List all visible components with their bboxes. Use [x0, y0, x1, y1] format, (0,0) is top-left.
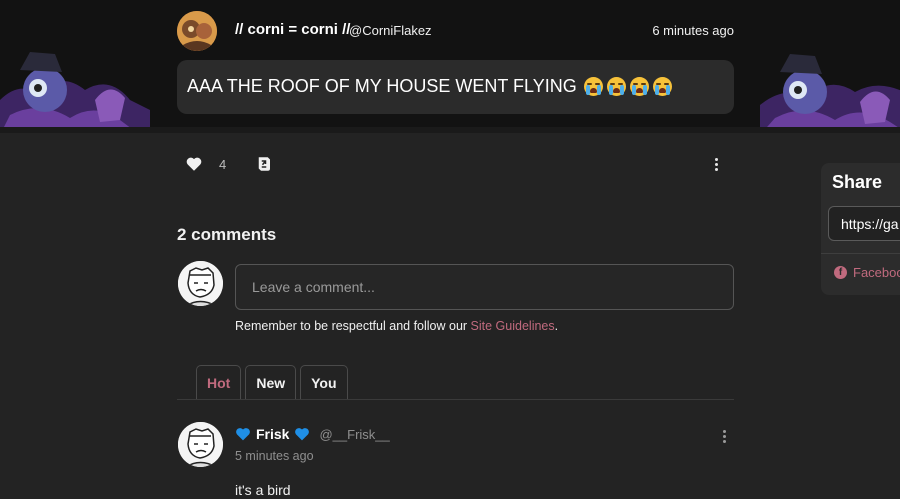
share-url-field[interactable]: [828, 206, 900, 241]
comment-sort-tabs: Hot New You: [196, 365, 348, 399]
tab-new[interactable]: New: [245, 365, 297, 399]
share-divider: [821, 253, 900, 254]
repost-button[interactable]: [255, 155, 273, 173]
comment-timestamp: 5 minutes ago: [235, 449, 314, 463]
comment-more-options-button[interactable]: [716, 427, 732, 445]
comment-input[interactable]: [235, 264, 734, 310]
post-author-handle[interactable]: @CorniFlakez: [349, 23, 432, 38]
tabs-divider: [177, 399, 734, 400]
comment-text: it's a bird: [235, 482, 291, 498]
banner-artwork-left: [0, 52, 150, 133]
comment-author-handle[interactable]: @__Frisk__: [319, 427, 389, 442]
comment-guidelines-note: Remember to be respectful and follow our…: [235, 319, 558, 333]
post-timestamp: 6 minutes ago: [652, 23, 734, 38]
comments-heading: 2 comments: [177, 225, 277, 244]
author-avatar[interactable]: [177, 11, 217, 51]
like-button[interactable]: [185, 155, 203, 173]
loudly-crying-face-icon: [583, 77, 603, 96]
loudly-crying-face-icon: [629, 77, 649, 96]
vertical-dots-icon: [716, 427, 732, 445]
like-count: 4: [219, 157, 227, 172]
share-panel: Share f Faceboo: [821, 163, 900, 295]
tab-you[interactable]: You: [300, 365, 348, 399]
vertical-dots-icon: [707, 154, 725, 174]
banner-shadow: [0, 127, 900, 133]
share-facebook-label: Faceboo: [853, 265, 900, 280]
emoji-group: [583, 77, 672, 96]
post-more-options-button[interactable]: [707, 154, 725, 174]
loudly-crying-face-icon: [606, 77, 626, 96]
post-author-name[interactable]: // corni = corni //: [235, 21, 350, 38]
tab-hot[interactable]: Hot: [196, 365, 242, 399]
guidelines-suffix: .: [554, 319, 559, 333]
commenter-avatar[interactable]: [178, 422, 223, 467]
site-guidelines-link[interactable]: Site Guidelines: [471, 319, 555, 333]
guidelines-text: Remember to be respectful and follow our: [235, 319, 471, 333]
heart-icon: [186, 157, 202, 171]
commenter-avatar-image: [178, 422, 223, 467]
loudly-crying-face-icon: [652, 77, 672, 96]
current-user-avatar[interactable]: [178, 261, 223, 306]
comment-author: Frisk @__Frisk__: [235, 426, 390, 442]
current-user-avatar-image: [178, 261, 223, 306]
share-facebook-button[interactable]: f Faceboo: [834, 265, 900, 280]
share-title: Share: [832, 172, 883, 192]
post-content: AAA THE ROOF OF MY HOUSE WENT FLYING: [177, 60, 734, 114]
author-avatar-image: [177, 11, 217, 51]
repost-icon: [258, 157, 270, 171]
banner-artwork-right: [760, 54, 900, 133]
comment-author-name[interactable]: Frisk: [256, 426, 289, 442]
facebook-icon: f: [834, 266, 847, 279]
blue-heart-icon: [295, 428, 310, 441]
blue-heart-icon: [236, 428, 250, 441]
post-text: AAA THE ROOF OF MY HOUSE WENT FLYING: [187, 76, 577, 96]
